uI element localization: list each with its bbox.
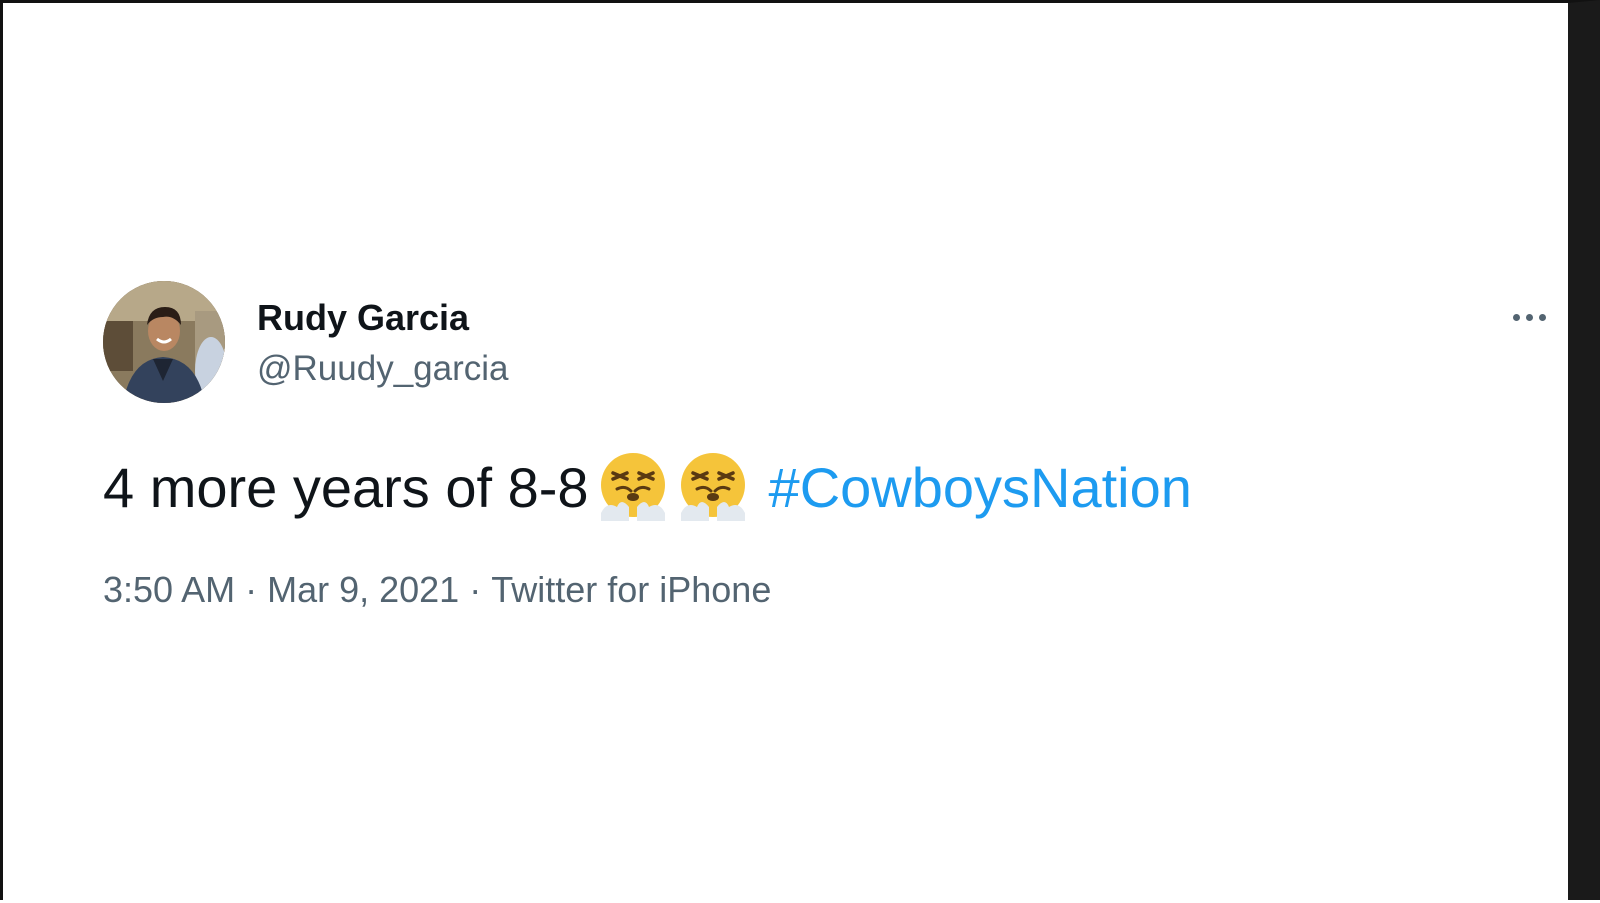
more-options-icon[interactable] [1505,303,1553,331]
display-name[interactable]: Rudy Garcia [257,297,469,339]
dot [1525,313,1533,321]
tweet-card: Rudy Garcia @Ruudy_garcia 4 more years o… [3,3,1571,903]
face-with-steam-from-nose-icon [597,451,669,523]
dot [1512,313,1520,321]
user-handle[interactable]: @Ruudy_garcia [257,349,509,389]
profile-photo-icon [103,281,225,403]
tweet-date[interactable]: Mar 9, 2021 [267,569,459,610]
hashtag-link[interactable]: #CowboysNation [769,455,1192,520]
screenshot-frame: Rudy Garcia @Ruudy_garcia 4 more years o… [0,0,1600,900]
avatar[interactable] [103,281,225,403]
tweet-text-content: 4 more years of 8-8 [103,455,589,519]
tweet-source[interactable]: Twitter for iPhone [491,569,771,610]
tweet-metadata: 3:50 AM · Mar 9, 2021 · Twitter for iPhone [103,569,771,611]
separator: · [469,569,482,610]
separator: · [245,569,258,610]
face-with-steam-from-nose-icon [677,451,749,523]
dot [1538,313,1546,321]
tweet-text: 4 more years of 8-8 #CowboysNation [103,451,1192,523]
tweet-time[interactable]: 3:50 AM [103,569,235,610]
